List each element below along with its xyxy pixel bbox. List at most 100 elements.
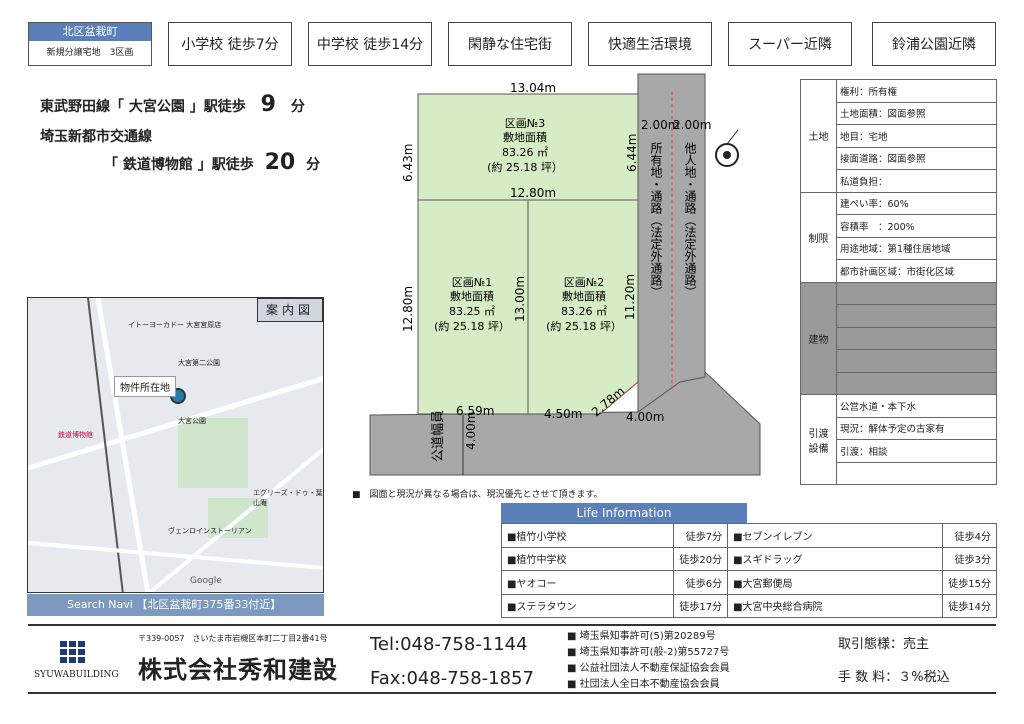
info-limit-2: 容積率 ：200% <box>836 214 997 238</box>
map-roads <box>28 298 323 592</box>
access-line-2: 「 鉄道博物館 」駅徒歩 20 分 <box>104 150 320 175</box>
map-footer: Search Navi 【北区盆栽町375番33付近】 <box>27 594 324 616</box>
info-land-4: 接面道路：図面参照 <box>836 146 997 170</box>
info-land-5: 私道負担： <box>836 169 997 193</box>
tag-comfort: 快適生活環境 <box>588 22 712 66</box>
info-building-3 <box>836 326 997 350</box>
dim-mid: 12.80m <box>510 186 556 200</box>
license-4: ■ 社団法人全日本不動産協会会員 <box>567 679 720 690</box>
facility-name: ■大宮中央総合病院 <box>727 593 943 618</box>
life-info-title: Life Information <box>501 503 747 523</box>
plot-diagram: 13.04m 12.80m 6.43m 6.44m 12.80m 13.00m … <box>369 73 761 476</box>
info-building-1 <box>836 281 997 305</box>
license-1: ■ 埼玉県知事許可(5)第20289号 <box>567 631 716 642</box>
access-line-2-top: 埼玉新都市交通線 <box>40 129 152 145</box>
company-name: 株式会社秀和建設 <box>138 656 338 684</box>
table-row: ■ヤオコー 徒歩6分 ■大宮郵便局 徒歩15分 <box>500 570 997 595</box>
access-1-text: 東武野田線「 大宮公園 」駅徒歩 <box>40 99 246 115</box>
company-fax: Fax:048-758-1857 <box>370 668 534 689</box>
facility-distance: 徒歩20分 <box>673 546 729 571</box>
tag-supermarket: スーパー近隣 <box>728 22 852 66</box>
info-land-1: 権利：所有権 <box>836 79 997 103</box>
info-limit-3: 用途地域：第1種住居地域 <box>836 236 997 260</box>
map-place-6: ヴェンロインストーリアン <box>168 527 252 535</box>
access-2-unit: 分 <box>306 157 321 173</box>
google-logo: Google <box>190 576 222 586</box>
info-deliver-1: 公営水道・本下水 <box>836 394 997 418</box>
footer-top-line <box>28 624 996 626</box>
access-2-minutes: 20 <box>264 150 296 175</box>
lot-2-area: 83.26 ㎡ <box>561 305 607 318</box>
lot-1-name: 区画№1 <box>452 276 492 289</box>
map-place-2: 大宮第二公園 <box>178 359 220 367</box>
dim-left-bottom: 12.80m <box>401 286 415 332</box>
lot-1-tsubo: (約 25.18 坪） <box>434 319 510 333</box>
disclaimer-note: ■ 図面と現況が異なる場合は、現況優先とさせて頂きます。 <box>352 490 603 500</box>
dim-left-top: 6.43m <box>401 144 415 182</box>
access-1-unit: 分 <box>290 99 305 115</box>
info-land-2: 土地面積：図面参照 <box>836 101 997 125</box>
dim-top: 13.04m <box>510 81 556 95</box>
info-land-3: 地目：宅地 <box>836 124 997 148</box>
facility-distance: 徒歩6分 <box>673 570 729 595</box>
company-logo-text: SYUWABUILDING <box>34 670 119 680</box>
facility-name: ■セブンイレブン <box>727 523 943 548</box>
table-row: ■植竹小学校 徒歩7分 ■セブンイレブン 徒歩4分 <box>500 523 997 548</box>
lot-2-tsubo: (約 25.18 坪） <box>546 319 622 333</box>
dim-right-bottom: 11.20m <box>623 274 637 320</box>
lot-3-area-label: 敷地面積 <box>503 130 547 144</box>
area-box: 北区盆栽町 新規分譲宅地 3区画 <box>28 22 152 66</box>
property-info-table: 土地 権利：所有権 土地面積：図面参照 地目：宅地 接面道路：図面参照 私道負担：… <box>800 79 997 485</box>
info-limit-1: 建ぺい率：60% <box>836 191 997 215</box>
info-building-2 <box>836 304 997 328</box>
dim-center: 13.00m <box>513 276 527 322</box>
facility-name: ■ヤオコー <box>500 570 675 595</box>
facility-name: ■植竹中学校 <box>500 546 675 571</box>
life-info-table: ■植竹小学校 徒歩7分 ■セブンイレブン 徒歩4分 ■植竹中学校 徒歩20分 ■スギド… <box>500 523 997 618</box>
other-road-label: 他人地・通路（法定外通路） <box>683 142 697 298</box>
access-1-minutes: 9 <box>260 92 276 117</box>
lot-3-name: 区画№3 <box>505 117 545 130</box>
private-road-label: 所有地・通路（法定外通路） <box>649 142 663 298</box>
lot-2-area-label: 敷地面積 <box>562 289 606 303</box>
tag-junior-high: 中学校 徒歩14分 <box>308 22 432 66</box>
info-building-4 <box>836 349 997 373</box>
dim-road-width: 4.00m <box>464 412 478 450</box>
road-label: 公道幅員 <box>431 410 446 462</box>
area-name: 北区盆栽町 <box>29 23 151 41</box>
dim-right-top: 6.44m <box>625 134 639 172</box>
facility-name: ■スギドラッグ <box>727 546 943 571</box>
lot-1-area-label: 敷地面積 <box>450 289 494 303</box>
facility-distance: 徒歩3分 <box>942 546 997 571</box>
map-place-4: 大宮公園 <box>178 417 206 425</box>
company-tel[interactable]: Tel:048-758-1144 <box>370 634 528 655</box>
dim-bottom-mid: 4.50m <box>544 407 582 421</box>
info-deliver-4 <box>836 461 997 485</box>
license-3: ■ 公益社団法人不動産保証協会会員 <box>567 663 730 674</box>
map-place-3: 鉄道博物館 <box>58 431 93 439</box>
lot-3-tsubo: (約 25.18 坪） <box>487 160 563 174</box>
north-arrow-icon <box>715 129 739 167</box>
map-place-1: イトーヨーカドー 大宮宮原店 <box>128 321 222 329</box>
tag-quiet: 閑静な住宅街 <box>448 22 572 66</box>
building-category: 建物 <box>800 281 837 395</box>
facility-distance: 徒歩4分 <box>942 523 997 548</box>
license-2: ■ 埼玉県知事許可(般-2)第55727号 <box>567 647 730 658</box>
info-building-5 <box>836 371 997 395</box>
property-marker-label: 物件所在地 <box>114 376 176 397</box>
lot-2-name: 区画№2 <box>564 276 604 289</box>
facility-distance: 徒歩7分 <box>673 523 729 548</box>
info-limit-4: 都市計画区域：市街化区域 <box>836 259 997 283</box>
lot-3-area: 83.26 ㎡ <box>502 146 548 159</box>
commission-fee: 手 数 料：３%税込 <box>838 670 950 685</box>
dim-w2: 2.00m <box>673 118 711 132</box>
deal-type: 取引態様：売主 <box>838 637 930 652</box>
company-logo-icon <box>60 641 86 667</box>
facility-distance: 徒歩17分 <box>673 593 729 618</box>
limit-category: 制限 <box>800 191 837 283</box>
map-title: 案内図 <box>257 298 323 322</box>
info-deliver-3: 引渡：相談 <box>836 439 997 463</box>
deliver-category: 引渡設備 <box>800 394 837 485</box>
facility-distance: 徒歩14分 <box>942 593 997 618</box>
guide-map[interactable]: 案内図 物件所在地 イトーヨーカドー 大宮宮原店 大宮第二公園 鉄道博物館 大宮… <box>27 297 324 593</box>
